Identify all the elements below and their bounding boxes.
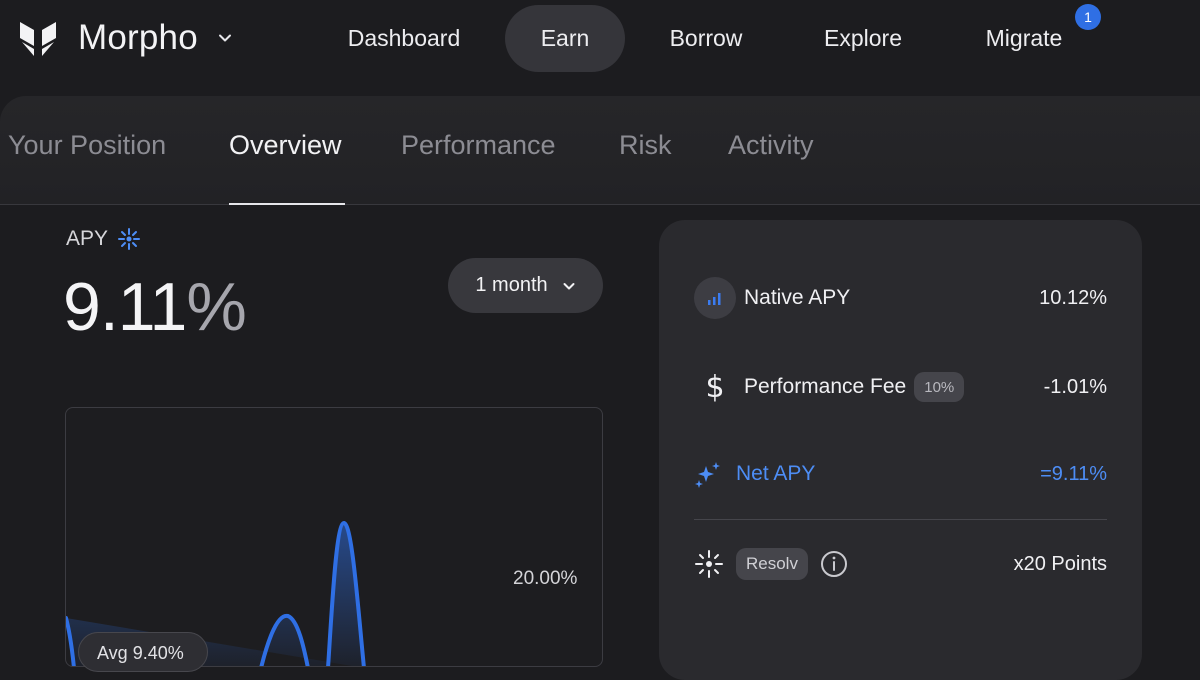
section-tabs: Your Position Overview Performance Risk …: [0, 96, 1200, 205]
nav-earn[interactable]: Earn: [505, 5, 625, 72]
chevron-down-icon: [563, 282, 575, 289]
info-icon[interactable]: [820, 550, 848, 578]
sparkles-icon: [694, 453, 728, 495]
nav-explore[interactable]: Explore: [805, 5, 921, 72]
sparkle-icon: [118, 228, 141, 250]
performance-fee-label: Performance Fee: [744, 375, 907, 398]
points-value: x20 Points: [1013, 552, 1107, 575]
apy-number: 9.11: [63, 269, 187, 345]
brand-name: Morpho: [78, 18, 198, 57]
native-apy-row: Native APY 10.12%: [694, 276, 1107, 320]
net-apy-label: Net APY: [736, 462, 816, 485]
net-apy-row: Net APY =9.11%: [694, 452, 1107, 496]
top-nav: Morpho Dashboard Earn Borrow Explore Mig…: [0, 0, 1200, 96]
bar-chart-icon: [694, 277, 736, 319]
card-divider: [694, 519, 1107, 520]
sun-sparkle-icon: [695, 550, 723, 578]
chevron-down-icon[interactable]: [218, 31, 232, 45]
nav-borrow[interactable]: Borrow: [650, 5, 762, 72]
tab-risk[interactable]: Risk: [619, 130, 672, 161]
native-apy-value: 10.12%: [1039, 286, 1107, 309]
fee-rate-chip: 10%: [914, 372, 965, 402]
tab-your-position[interactable]: Your Position: [8, 130, 166, 161]
morpho-logo-icon: [20, 22, 56, 56]
resolv-chip: Resolv: [736, 548, 808, 580]
apy-label: APY: [66, 227, 109, 250]
apy-chart[interactable]: [65, 407, 603, 667]
nav-dashboard[interactable]: Dashboard: [330, 5, 478, 72]
tab-activity[interactable]: Activity: [728, 130, 814, 161]
native-apy-label: Native APY: [744, 286, 851, 309]
dollar-icon: $: [705, 369, 725, 405]
period-label: 1 month: [475, 274, 548, 296]
brand[interactable]: Morpho: [18, 18, 232, 58]
active-tab-underline: [229, 203, 345, 205]
apy-heading: APY: [66, 226, 142, 252]
performance-fee-value: -1.01%: [1043, 375, 1107, 398]
apy-percent-sign: %: [186, 269, 246, 345]
net-apy-value: =9.11%: [1040, 462, 1107, 485]
points-row: Resolv x20 Points: [694, 542, 1107, 586]
chart-average-pill: Avg 9.40%: [78, 632, 208, 672]
period-select[interactable]: 1 month: [448, 258, 603, 313]
nav-migrate[interactable]: Migrate: [965, 5, 1083, 72]
performance-fee-row: $ Performance Fee 10% -1.01%: [694, 365, 1107, 409]
tab-overview[interactable]: Overview: [229, 130, 342, 161]
tab-performance[interactable]: Performance: [401, 130, 556, 161]
chart-y-tick: 20.00%: [513, 568, 578, 589]
migrate-badge: 1: [1075, 4, 1101, 30]
apy-value: 9.11%: [63, 268, 247, 346]
apy-chart-plot: [66, 520, 366, 666]
